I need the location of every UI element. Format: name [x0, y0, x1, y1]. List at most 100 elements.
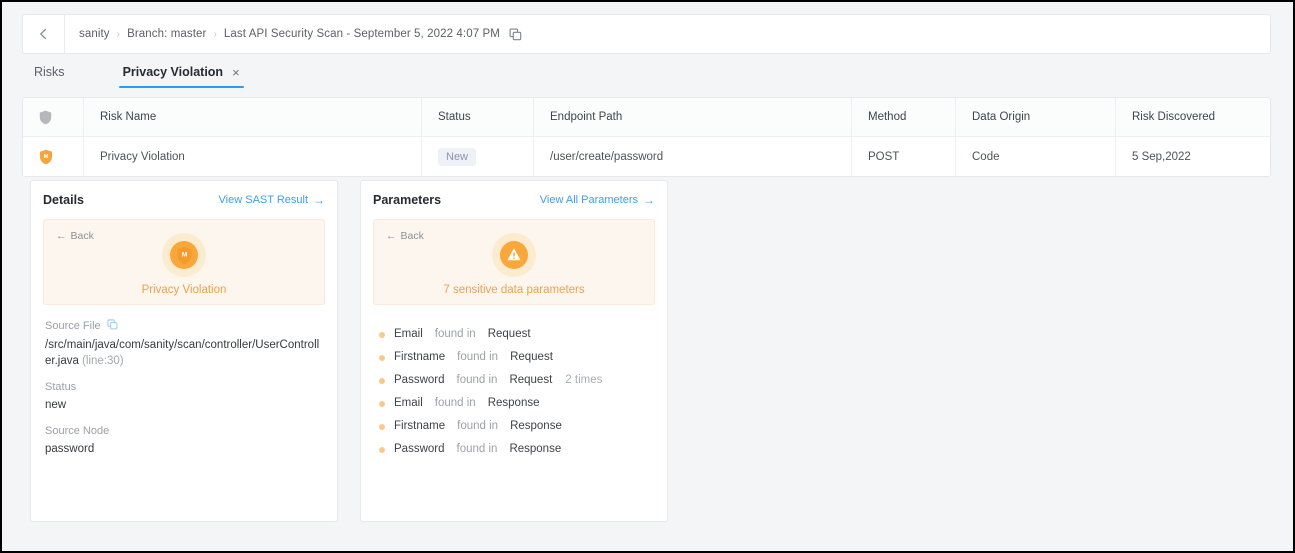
link-label: View SAST Result — [218, 194, 308, 206]
parameters-back-link[interactable]: ← Back — [386, 230, 424, 242]
bullet-dot-icon — [379, 423, 385, 430]
field-value: /src/main/java/com/sanity/scan/controlle… — [45, 337, 323, 369]
app-window: sanity › Branch: master › Last API Secur… — [0, 0, 1295, 553]
back-label: Back — [400, 230, 424, 242]
details-card-title: Details — [43, 193, 84, 207]
breadcrumb-item-project[interactable]: sanity — [79, 28, 110, 40]
parameter-count: 2 times — [565, 374, 603, 386]
column-header-data-origin: Data Origin — [955, 98, 1115, 136]
svg-text:M: M — [44, 153, 49, 159]
details-card: Details View SAST Result → ← Back M Priv… — [30, 180, 338, 522]
risks-table: Risk Name Status Endpoint Path Method Da… — [22, 97, 1271, 177]
field-source-file: Source File /src/main/java/com/sanity/sc… — [45, 319, 323, 369]
parameters-banner-label: 7 sensitive data parameters — [443, 284, 585, 296]
svg-text:M: M — [181, 251, 187, 258]
parameter-location: Request — [509, 374, 553, 386]
parameter-location: Request — [487, 328, 531, 340]
field-label-text: Source File — [45, 320, 101, 332]
tab-risks[interactable]: Risks — [22, 65, 79, 88]
parameters-list: Email found in Request Firstname found i… — [361, 305, 667, 457]
field-source-node: Source Node password — [45, 425, 323, 457]
back-button[interactable] — [23, 15, 65, 53]
breadcrumb-separator: › — [213, 28, 217, 40]
status-badge: New — [438, 147, 477, 166]
parameter-relation: found in — [434, 328, 476, 340]
list-item: Firstname found in Response — [379, 419, 653, 434]
parameter-location: Request — [510, 351, 553, 363]
parameter-relation: found in — [456, 443, 498, 455]
copy-icon-glyph — [107, 319, 118, 330]
breadcrumb-item-branch[interactable]: Branch: master — [127, 28, 206, 40]
column-header-icon — [23, 98, 83, 136]
column-header-status: Status — [421, 98, 533, 136]
parameter-name: Email — [394, 328, 423, 340]
parameter-relation: found in — [457, 420, 499, 432]
breadcrumb: sanity › Branch: master › Last API Secur… — [65, 28, 522, 41]
cell-endpoint-path: /user/create/password — [533, 137, 851, 176]
tab-label: Privacy Violation — [122, 65, 224, 79]
breadcrumb-separator: › — [116, 28, 121, 40]
parameter-name: Email — [394, 397, 423, 409]
list-item: Password found in Request 2 times — [379, 373, 653, 388]
shield-medium-glyph: M — [176, 246, 192, 264]
parameters-banner: ← Back 7 sensitive data parameters — [373, 219, 655, 305]
bullet-dot-icon — [379, 354, 385, 361]
tab-privacy-violation[interactable]: Privacy Violation × — [109, 65, 254, 88]
shield-medium-icon: M — [170, 241, 198, 269]
bullet-dot-icon — [379, 331, 385, 338]
parameters-card: Parameters View All Parameters → ← Back — [360, 180, 668, 522]
details-back-link[interactable]: ← Back — [56, 230, 94, 242]
close-icon[interactable]: × — [232, 66, 240, 79]
source-file-line: (line:30) — [82, 355, 124, 367]
parameter-location: Response — [509, 443, 562, 455]
arrow-left-icon — [39, 28, 46, 40]
back-label: Back — [70, 230, 94, 242]
parameter-location: Response — [510, 420, 562, 432]
column-header-risk-discovered: Risk Discovered — [1115, 98, 1270, 136]
row-severity-icon: M — [23, 137, 83, 176]
shield-medium-icon: M — [40, 149, 52, 164]
cell-method: POST — [851, 137, 955, 176]
cell-risk-discovered: 5 Sep,2022 — [1115, 137, 1270, 176]
arrow-right-icon: → — [643, 193, 655, 207]
details-banner-icon: M — [162, 233, 206, 277]
warning-triangle-icon — [500, 241, 528, 269]
link-label: View All Parameters — [539, 194, 638, 206]
field-label-text: Source Node — [45, 425, 110, 437]
parameters-card-header: Parameters View All Parameters → — [361, 181, 667, 207]
parameter-location: Response — [487, 397, 540, 409]
parameters-card-title: Parameters — [373, 193, 442, 207]
field-value: new — [45, 399, 67, 411]
parameter-name: Password — [394, 374, 445, 386]
copy-icon[interactable] — [509, 28, 522, 41]
parameter-name: Password — [394, 443, 445, 455]
cell-risk-name: Privacy Violation — [83, 137, 421, 176]
copy-icon-glyph — [509, 28, 522, 40]
field-value: password — [45, 443, 95, 455]
arrow-right-icon: → — [313, 193, 325, 207]
view-sast-result-link[interactable]: View SAST Result → — [219, 194, 325, 206]
column-header-risk-name: Risk Name — [83, 98, 421, 136]
list-item: Firstname found in Request — [379, 350, 653, 365]
arrow-left-icon: ← — [386, 230, 397, 242]
bullet-dot-icon — [379, 446, 385, 453]
column-header-method: Method — [851, 98, 955, 136]
copy-icon[interactable] — [107, 319, 118, 333]
view-all-parameters-link[interactable]: View All Parameters → — [540, 194, 655, 206]
table-row[interactable]: M Privacy Violation New /user/create/pas… — [23, 137, 1270, 176]
field-label-text: Status — [45, 381, 77, 393]
list-item: Email found in Request — [379, 327, 653, 342]
field-label: Status — [45, 381, 323, 393]
tab-bar: Risks Privacy Violation × — [22, 54, 1271, 88]
table-header-row: Risk Name Status Endpoint Path Method Da… — [23, 98, 1270, 137]
bullet-dot-icon — [379, 377, 385, 384]
field-status: Status new — [45, 381, 323, 413]
bullet-dot-icon — [379, 400, 385, 407]
details-banner-label: Privacy Violation — [141, 284, 227, 296]
warning-triangle-glyph — [500, 241, 528, 269]
column-header-endpoint-path: Endpoint Path — [533, 98, 851, 136]
cell-status: New — [421, 137, 533, 176]
parameter-relation: found in — [434, 397, 476, 409]
parameter-name: Firstname — [394, 420, 446, 432]
cell-data-origin: Code — [955, 137, 1115, 176]
